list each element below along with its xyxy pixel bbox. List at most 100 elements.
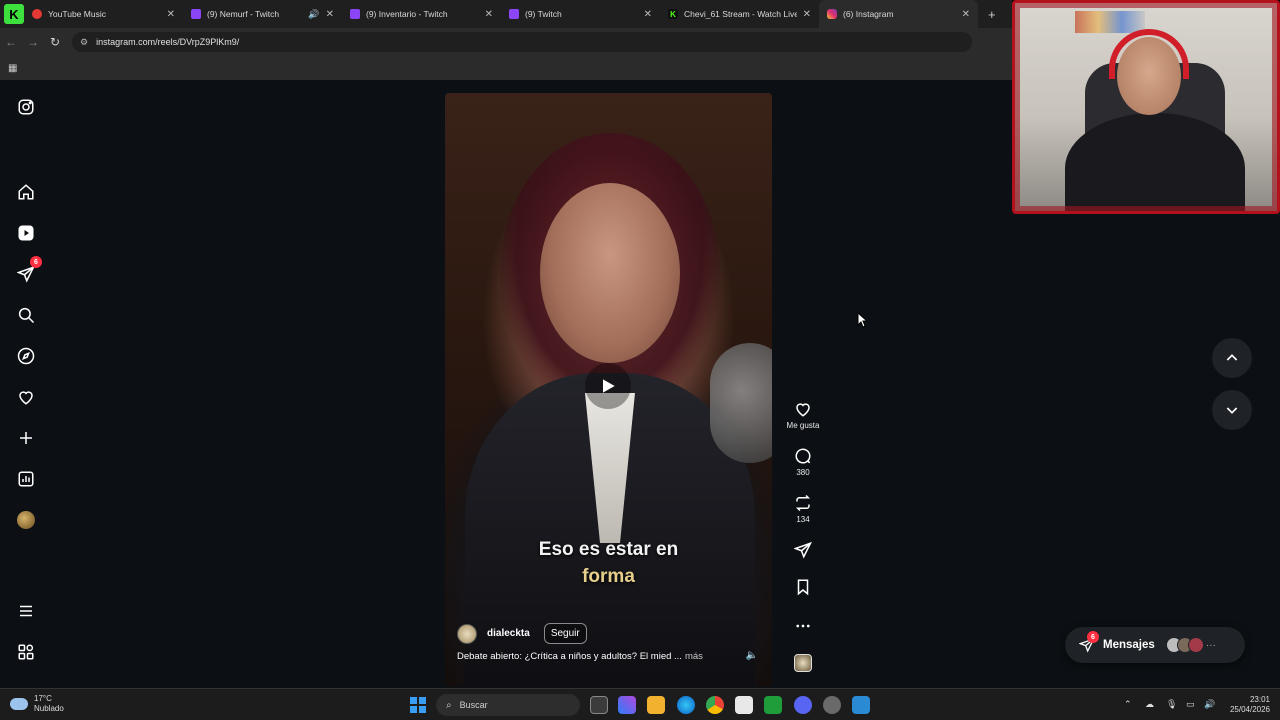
chevron-up-icon [1226, 354, 1238, 361]
comment-count: 380 [796, 468, 810, 477]
microphone-icon[interactable]: 🎙 [1166, 699, 1177, 710]
back-icon[interactable]: ← [0, 35, 22, 49]
owner-username[interactable]: dialeckta [487, 628, 530, 639]
kick-app-logo[interactable]: K [4, 4, 24, 24]
tab-nemurf-twitch[interactable]: (9) Nemurf - Twitch 🔊 ✕ [183, 0, 342, 28]
store-icon[interactable] [735, 696, 753, 714]
profile-avatar[interactable] [14, 508, 38, 532]
site-settings-icon[interactable]: ⚙ [80, 37, 88, 48]
clock-time: 23:01 [1249, 695, 1270, 704]
chevron-down-icon [1226, 407, 1238, 414]
chrome-icon[interactable] [706, 696, 724, 714]
taskbar-search[interactable]: ⌕ Buscar [436, 694, 580, 716]
reel-video[interactable]: Eso es estar en forma dialeckta Seguir D… [445, 93, 772, 687]
system-clock[interactable]: 23:01 25/04/2026 [1222, 695, 1270, 715]
tab-close-icon[interactable]: ✕ [326, 9, 334, 20]
messages-pill[interactable]: 6 Mensajes ··· [1065, 627, 1245, 663]
settings-gear-icon[interactable] [823, 696, 841, 714]
new-tab-button[interactable]: + [988, 7, 996, 22]
display-icon[interactable]: ▭ [1186, 699, 1195, 710]
instagram-logo-icon[interactable] [14, 95, 38, 119]
owner-avatar[interactable] [457, 623, 477, 644]
video-subject-face [540, 183, 680, 363]
save-action[interactable] [784, 578, 822, 596]
xbox-icon[interactable] [764, 696, 782, 714]
comment-action[interactable]: 380 [784, 447, 822, 477]
tab-close-icon[interactable]: ✕ [803, 9, 811, 20]
more-dots-icon: ··· [1205, 639, 1216, 651]
tab-close-icon[interactable]: ✕ [167, 9, 175, 20]
home-icon[interactable] [14, 180, 38, 204]
weather-widget[interactable]: 17°C Nublado [10, 694, 64, 714]
also-from-meta-icon[interactable] [14, 640, 38, 664]
menu-hamburger-icon[interactable] [14, 599, 38, 623]
repost-action[interactable]: 134 [784, 494, 822, 524]
tab-close-icon[interactable]: ✕ [644, 9, 652, 20]
reload-icon[interactable]: ↻ [44, 35, 66, 49]
more-link[interactable]: más [685, 651, 703, 662]
weather-condition: Nublado [34, 704, 64, 713]
tab-close-icon[interactable]: ✕ [485, 9, 493, 20]
follow-button[interactable]: Seguir [543, 623, 587, 644]
dashboard-chart-icon[interactable] [14, 467, 38, 491]
tab-twitch[interactable]: (9) Twitch ✕ [501, 0, 660, 28]
more-dots-icon [796, 624, 810, 628]
file-explorer-icon[interactable] [647, 696, 665, 714]
share-send-icon [794, 541, 812, 559]
tab-inventario-twitch[interactable]: (9) Inventario - Twitch ✕ [342, 0, 501, 28]
avatar [17, 511, 35, 529]
apps-grid-icon[interactable]: ▦ [8, 63, 17, 74]
audio-action[interactable] [784, 654, 822, 672]
tab-title: (9) Twitch [525, 9, 562, 19]
play-button[interactable] [585, 363, 631, 409]
speaker-muted-icon[interactable]: 🔈 [746, 650, 758, 661]
share-action[interactable] [784, 541, 822, 559]
messages-icon[interactable]: 6 [14, 256, 42, 286]
repost-count: 134 [796, 515, 810, 524]
tab-close-icon[interactable]: ✕ [962, 9, 970, 20]
search-icon[interactable] [14, 303, 38, 327]
messages-badge: 6 [1087, 631, 1099, 643]
discord-icon[interactable] [794, 696, 812, 714]
previous-reel-button[interactable] [1212, 338, 1252, 378]
tray-app-icon[interactable]: ☁ [1145, 699, 1154, 710]
copilot-icon[interactable] [618, 696, 636, 714]
reel-description: Debate abierto: ¿Crítica a niños y adult… [457, 651, 703, 662]
app-shield-icon[interactable] [852, 696, 870, 714]
volume-icon[interactable]: 🔊 [1204, 699, 1215, 710]
tab-title: YouTube Music [48, 9, 106, 19]
tab-title: (9) Nemurf - Twitch [207, 9, 280, 19]
forward-icon[interactable]: → [22, 35, 44, 49]
bookmark-icon [797, 579, 809, 596]
tab-youtube-music[interactable]: YouTube Music ✕ [24, 0, 183, 28]
windows-start-icon[interactable] [410, 697, 426, 713]
webcam-streamer-body [1065, 113, 1245, 211]
reels-icon[interactable] [14, 221, 38, 245]
url-text: instagram.com/reels/DVrpZ9PlKm9/ [96, 37, 240, 47]
messages-icon: 6 [1078, 631, 1099, 653]
messages-avatars [1165, 637, 1204, 653]
video-caption-line2: forma [582, 566, 635, 587]
weather-text: 17°C Nublado [34, 694, 64, 714]
url-field[interactable]: ⚙ instagram.com/reels/DVrpZ9PlKm9/ [72, 32, 972, 52]
video-caption-line1: Eso es estar en [538, 539, 679, 560]
search-icon: ⌕ [446, 699, 452, 711]
create-plus-icon[interactable] [14, 426, 38, 450]
webcam-overlay [1012, 0, 1280, 214]
youtube-music-icon [32, 9, 42, 19]
heart-icon [796, 403, 810, 417]
explore-compass-icon[interactable] [14, 344, 38, 368]
tab-kick-stream[interactable]: K Chevi_61 Stream - Watch Live o ✕ [660, 0, 819, 28]
edge-icon[interactable] [677, 696, 695, 714]
audio-thumbnail [794, 654, 812, 672]
more-options-action[interactable] [784, 617, 822, 635]
like-action[interactable]: Me gusta [784, 400, 822, 430]
webcam-shelf [1075, 11, 1145, 33]
next-reel-button[interactable] [1212, 390, 1252, 430]
tab-instagram[interactable]: (6) Instagram ✕ [819, 0, 978, 28]
speaker-icon[interactable]: 🔊 [308, 9, 319, 20]
task-view-icon[interactable] [590, 696, 608, 714]
heart-icon[interactable] [14, 385, 38, 409]
notification-badge: 6 [30, 256, 42, 268]
tray-chevron-up-icon[interactable]: ⌃ [1124, 699, 1132, 710]
